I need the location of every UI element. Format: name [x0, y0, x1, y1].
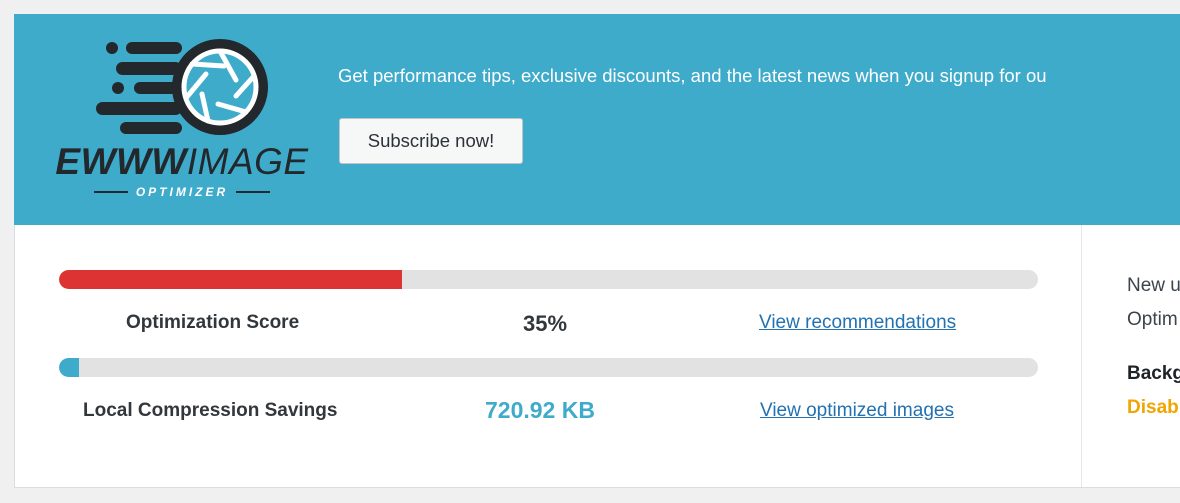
logo-rule-right: [236, 191, 271, 193]
background-mode-status[interactable]: Disab: [1127, 397, 1179, 419]
optimization-score-bar-fill: [59, 270, 402, 289]
ewww-logo: EWWWIMAGE OPTIMIZER: [40, 36, 324, 216]
logo-rule-left: [93, 191, 128, 193]
logo-subtitle: OPTIMIZER: [135, 185, 229, 199]
view-recommendations-link[interactable]: View recommendations: [759, 312, 956, 334]
optimization-score-bar: [59, 270, 1038, 289]
optimization-score-label: Optimization Score: [126, 312, 300, 333]
stats-panel: Optimization Score 35% View recommendati…: [14, 225, 1180, 488]
logo-wordmark: EWWWIMAGE: [40, 142, 324, 182]
subscribe-button[interactable]: Subscribe now!: [339, 118, 523, 164]
side-info-line-2: Optim: [1127, 309, 1178, 330]
logo-subtitle-row: OPTIMIZER: [40, 184, 324, 200]
compression-savings-bar-fill: [59, 358, 79, 377]
view-optimized-images-link[interactable]: View optimized images: [760, 400, 954, 422]
compression-savings-bar: [59, 358, 1038, 377]
optimization-score-value: 35%: [523, 311, 568, 336]
banner-message: Get performance tips, exclusive discount…: [338, 65, 1047, 86]
panel-divider: [1081, 225, 1082, 487]
background-mode-heading: Backg: [1127, 363, 1180, 384]
compression-savings-label: Local Compression Savings: [83, 400, 338, 421]
logo-wordmark-bold: EWWW: [55, 141, 187, 182]
compression-savings-value: 720.92 KB: [485, 397, 595, 423]
side-info-line-1: New u: [1127, 275, 1180, 296]
page: EWWWIMAGE OPTIMIZER Get performance tips…: [0, 0, 1180, 503]
camera-aperture-icon: [96, 39, 268, 135]
logo-wordmark-light: IMAGE: [186, 141, 309, 182]
newsletter-banner: EWWWIMAGE OPTIMIZER Get performance tips…: [14, 14, 1180, 225]
